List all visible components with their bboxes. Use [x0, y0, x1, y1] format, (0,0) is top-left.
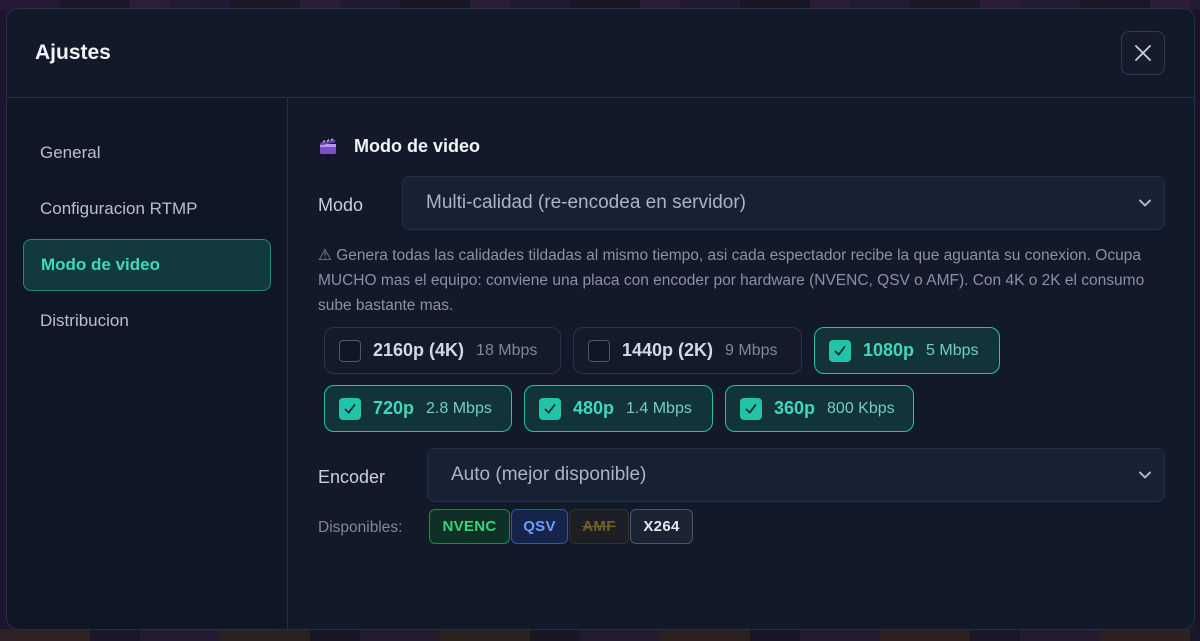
mode-select-value: Multi-calidad (re-encodea en servidor) [426, 192, 746, 213]
quality-chip-480p[interactable]: 480p 1.4 Mbps [524, 385, 713, 432]
mode-label: Modo [318, 195, 364, 215]
quality-rate: 18 Mbps [476, 341, 538, 359]
close-button[interactable] [1121, 31, 1165, 75]
quality-name: 720p [373, 398, 415, 418]
modal-header: Ajustes [7, 9, 1194, 98]
quality-rate: 5 Mbps [926, 341, 979, 359]
quality-chip-720p[interactable]: 720p 2.8 Mbps [324, 385, 512, 432]
section-title-text: Modo de video [354, 136, 480, 156]
checkbox[interactable] [588, 339, 610, 362]
checkbox[interactable] [339, 339, 361, 362]
quality-rate: 2.8 Mbps [426, 399, 492, 417]
check-icon [745, 403, 757, 414]
chevron-down-icon [1139, 471, 1151, 479]
encoder-badge-qsv: QSV [511, 509, 568, 544]
quality-rate: 1.4 Mbps [626, 399, 692, 417]
checkbox-checked[interactable] [339, 397, 361, 420]
check-icon [344, 403, 356, 414]
quality-name: 360p [774, 398, 816, 418]
quality-chip-1440p[interactable]: 1440p (2K) 9 Mbps [573, 327, 802, 374]
quality-chip-1080p[interactable]: 1080p 5 Mbps [814, 327, 1000, 374]
quality-name: 1080p [863, 340, 915, 360]
sidebar-item-video-mode[interactable]: Modo de video [23, 239, 271, 291]
check-icon [834, 345, 846, 356]
background-strip-bottom [0, 629, 1200, 641]
encoder-label: Encoder [318, 467, 386, 487]
encoder-badge-nvenc: NVENC [429, 509, 510, 544]
quality-name: 2160p (4K) [373, 340, 465, 360]
section-title: Modo de video [319, 136, 480, 157]
quality-chip-2160p[interactable]: 2160p (4K) 18 Mbps [324, 327, 561, 374]
available-label: Disponibles: [318, 519, 403, 536]
checkbox-checked[interactable] [740, 397, 762, 420]
warning-text: ⚠ Genera todas las calidades tildadas al… [318, 247, 1145, 314]
settings-modal: Ajustes General Configuracion RTMP Modo … [6, 8, 1195, 630]
quality-chip-360p[interactable]: 360p 800 Kbps [725, 385, 914, 432]
quality-rate: 9 Mbps [725, 341, 778, 359]
checkbox-checked[interactable] [539, 397, 561, 420]
settings-sidebar: General Configuracion RTMP Modo de video… [7, 98, 288, 629]
sidebar-item-distribution[interactable]: Distribucion [23, 295, 271, 347]
settings-content: Modo de video Modo Multi-calidad (re-enc… [289, 98, 1194, 629]
sidebar-item-general[interactable]: General [23, 127, 271, 179]
encoder-select[interactable]: Auto (mejor disponible) [427, 448, 1165, 502]
encoder-badge-x264: X264 [630, 509, 693, 544]
sidebar-item-rtmp[interactable]: Configuracion RTMP [23, 183, 271, 235]
quality-name: 1440p (2K) [622, 340, 714, 360]
checkbox-checked[interactable] [829, 339, 851, 362]
check-icon [544, 403, 556, 414]
modal-title: Ajustes [35, 41, 111, 64]
encoder-select-value: Auto (mejor disponible) [451, 464, 647, 485]
chevron-down-icon [1139, 199, 1151, 207]
quality-rate: 800 Kbps [827, 399, 895, 417]
mode-select[interactable]: Multi-calidad (re-encodea en servidor) [402, 176, 1165, 230]
clapperboard-icon [320, 138, 336, 154]
encoder-badge-amf: AMF [569, 509, 629, 544]
quality-name: 480p [573, 398, 615, 418]
close-icon [1135, 45, 1151, 61]
